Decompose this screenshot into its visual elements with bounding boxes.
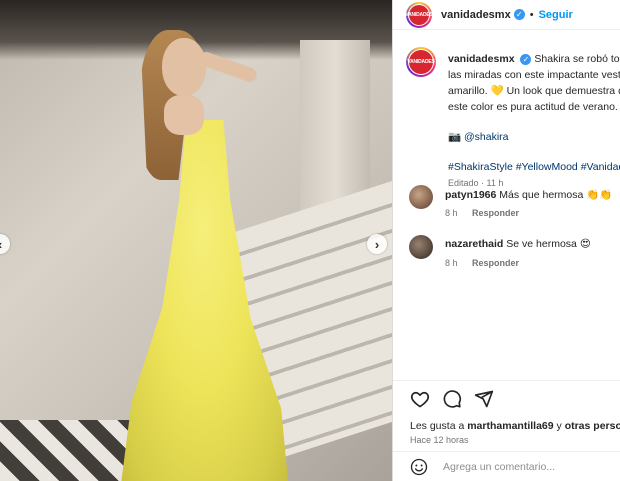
mention-link[interactable]: @shakira bbox=[464, 131, 509, 143]
add-comment-bar bbox=[393, 451, 620, 481]
comment-icon[interactable] bbox=[442, 389, 462, 409]
post-actions: Les gusta a marthamantilla69 y otras per… bbox=[393, 380, 620, 481]
commenter-username[interactable]: patyn1966 bbox=[445, 189, 496, 201]
header-separator: • bbox=[529, 8, 534, 21]
post-side-panel: VANIDADES vanidadesmx ✓ • Seguir VANIDAD… bbox=[392, 0, 620, 481]
others-link[interactable]: otras personas bbox=[565, 420, 620, 432]
caption-username[interactable]: vanidadesmx bbox=[448, 53, 515, 65]
photo-torso bbox=[164, 95, 204, 135]
comment-text: Se ve hermosa 😍 bbox=[506, 238, 591, 250]
comment-time: 8 h bbox=[445, 208, 458, 218]
comment-input[interactable] bbox=[443, 461, 613, 473]
caption-verified-icon: ✓ bbox=[520, 54, 532, 65]
comment-time: 8 h bbox=[445, 258, 458, 268]
post-header: VANIDADES vanidadesmx ✓ • Seguir bbox=[393, 0, 620, 30]
camera-icon: 📷 bbox=[448, 131, 462, 143]
commenter-avatar[interactable] bbox=[409, 235, 433, 259]
comment-text: Más que hermosa 👏👏 bbox=[499, 189, 613, 201]
likes-summary: Les gusta a marthamantilla69 y otras per… bbox=[410, 420, 620, 432]
next-photo-button[interactable]: › bbox=[367, 234, 387, 254]
verified-icon: ✓ bbox=[513, 9, 525, 20]
liker-username[interactable]: marthamantilla69 bbox=[467, 420, 553, 432]
caption-body: vanidadesmx ✓ Shakira se robó todas las … bbox=[448, 51, 620, 191]
share-icon[interactable] bbox=[474, 389, 494, 409]
commenter-avatar[interactable] bbox=[409, 185, 433, 209]
post-time: Hace 12 horas bbox=[410, 435, 469, 445]
post-photo[interactable]: ‹ › bbox=[0, 0, 392, 481]
reply-button[interactable]: Responder bbox=[472, 208, 519, 218]
author-avatar[interactable]: VANIDADES bbox=[405, 1, 433, 28]
hashtags[interactable]: #ShakiraStyle #YellowMood #VanidadesMx bbox=[448, 159, 620, 175]
follow-button[interactable]: Seguir bbox=[539, 9, 573, 21]
prev-photo-button[interactable]: ‹ bbox=[0, 234, 10, 254]
photo-head bbox=[162, 38, 206, 96]
commenter-username[interactable]: nazarethaid bbox=[445, 238, 503, 250]
heart-icon[interactable] bbox=[410, 389, 430, 409]
author-username[interactable]: vanidadesmx bbox=[441, 9, 511, 21]
reply-button[interactable]: Responder bbox=[472, 258, 519, 268]
caption-author-avatar[interactable]: VANIDADES bbox=[406, 47, 436, 77]
emoji-icon[interactable] bbox=[410, 458, 428, 476]
